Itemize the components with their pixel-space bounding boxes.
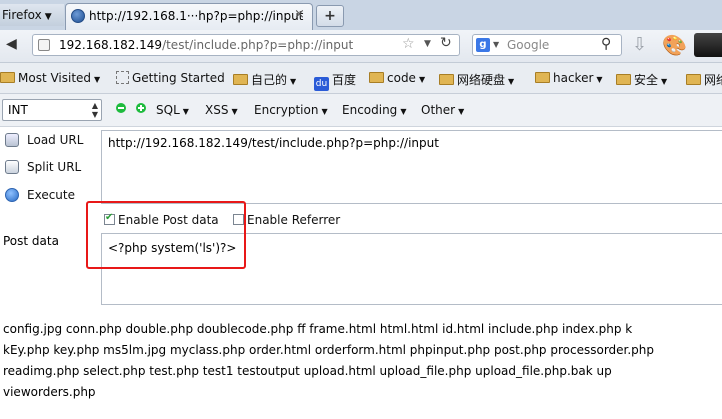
highlight-box [86, 201, 246, 269]
bookmark-folder-netdisk[interactable]: 网络硬盘 ▼ [439, 71, 514, 88]
browser-tab[interactable]: http://192.168.1···hp?p=php://input × [65, 3, 313, 30]
folder-icon [686, 74, 701, 85]
url-history-dropdown-icon[interactable]: ▼ [424, 39, 431, 49]
bookmark-label: Getting Started [132, 71, 225, 85]
bookmark-label: 安全 [634, 73, 659, 87]
folder-icon [616, 74, 631, 85]
chevron-down-icon: ▼ [290, 77, 297, 86]
url-text: 192.168.182.149/test/include.php?p=php:/… [59, 38, 353, 52]
execute-icon [5, 188, 19, 202]
enable-referrer-checkbox[interactable]: Enable Referrer [233, 213, 340, 227]
search-engine-dropdown-icon[interactable]: ▼ [493, 40, 499, 49]
chevron-down-icon: ▼ [661, 77, 668, 86]
bookmark-label: 百度 [332, 73, 357, 87]
palette-icon[interactable]: 🎨 [662, 33, 687, 57]
search-placeholder: Google [507, 38, 550, 52]
chevron-down-icon: ▼ [418, 75, 426, 84]
url-textarea[interactable]: http://192.168.182.149/test/include.php?… [101, 130, 722, 204]
menu-label: XSS [205, 103, 229, 117]
split-url-button[interactable]: Split URL [5, 160, 82, 174]
globe-icon [71, 9, 85, 23]
chevron-down-icon: ▼ [182, 107, 189, 116]
url-path: /test/include.php?p=php://input [162, 38, 354, 52]
bookmark-label: code [387, 71, 416, 85]
bookmark-folder-security[interactable]: 安全 ▼ [616, 71, 667, 88]
bookmark-baidu[interactable]: du 百度 [314, 71, 356, 91]
execute-button[interactable]: Execute [5, 188, 75, 202]
command-output: config.jpg conn.php double.php doublecod… [3, 319, 722, 403]
menu-label: SQL [156, 103, 180, 117]
menu-sql[interactable]: SQL ▼ [156, 103, 189, 117]
bookmark-folder-hacker[interactable]: hacker ▼ [535, 71, 603, 85]
output-line: vieworders.php [3, 385, 96, 399]
chevron-down-icon: ▼ [400, 107, 407, 116]
bookmark-label: 网络硬盘 [457, 73, 506, 87]
addon-icon[interactable] [694, 33, 722, 57]
enable-referrer-label: Enable Referrer [247, 213, 341, 227]
output-line: config.jpg conn.php double.php doublecod… [3, 322, 633, 336]
baidu-paw-icon: du [314, 77, 329, 91]
menu-encoding[interactable]: Encoding ▼ [342, 103, 406, 117]
menu-label: Other [421, 103, 456, 117]
url-textarea-value: http://192.168.182.149/test/include.php?… [108, 136, 439, 150]
bookmark-folder-own[interactable]: 自己的 ▼ [233, 71, 296, 88]
site-identity-icon[interactable] [38, 39, 50, 51]
menu-label: Encryption [254, 103, 319, 117]
download-arrow-icon[interactable]: ⇩ [632, 34, 647, 55]
back-arrow-icon[interactable]: ◀ [6, 36, 17, 52]
chevron-down-icon: ▼ [94, 75, 101, 84]
type-select-value: INT [8, 103, 28, 117]
menu-other[interactable]: Other ▼ [421, 103, 464, 117]
folder-icon [535, 72, 550, 83]
post-data-label: Post data [3, 234, 59, 248]
bookmark-label: 网络 [704, 73, 722, 87]
folder-icon [439, 74, 454, 85]
reload-icon[interactable]: ↻ [440, 35, 452, 51]
menu-label: Encoding [342, 103, 398, 117]
bookmark-folder-code[interactable]: code ▼ [369, 71, 425, 85]
chevron-down-icon: ▼ [44, 12, 52, 22]
folder-icon [0, 72, 15, 83]
folder-icon [233, 74, 248, 85]
execute-label: Execute [27, 188, 75, 202]
google-logo-icon[interactable]: g [476, 38, 490, 52]
bookmark-label: Most Visited [18, 71, 92, 85]
bookmark-folder-network[interactable]: 网络 [686, 71, 722, 88]
load-url-icon [5, 133, 19, 147]
url-bar[interactable]: 192.168.182.149/test/include.php?p=php:/… [32, 34, 460, 56]
chevron-down-icon: ▼ [458, 107, 465, 116]
url-host: 192.168.182.149 [59, 38, 163, 52]
bookmark-label: hacker [553, 71, 594, 85]
spinner-arrows-icon[interactable]: ▲ ▼ [92, 101, 98, 119]
menu-encryption[interactable]: Encryption ▼ [254, 103, 328, 117]
type-select[interactable]: INT ▲ ▼ [2, 99, 102, 121]
menu-xss[interactable]: XSS ▼ [205, 103, 238, 117]
increase-icon[interactable] [136, 103, 146, 113]
bookmark-label: 自己的 [251, 73, 288, 87]
load-url-label: Load URL [27, 133, 84, 147]
chevron-down-icon: ▼ [231, 107, 238, 116]
split-url-label: Split URL [27, 160, 82, 174]
bookmark-getting-started[interactable]: Getting Started [116, 71, 225, 85]
output-line: readimg.php select.php test.php test1 te… [3, 364, 612, 378]
close-icon[interactable]: × [294, 7, 305, 22]
output-line: kEy.php key.php ms5lm.jpg myclass.php or… [3, 343, 655, 357]
dashed-box-icon [116, 71, 129, 84]
tab-title: http://192.168.1···hp?p=php://input [89, 9, 304, 23]
search-icon[interactable]: ⚲ [601, 36, 611, 52]
firefox-menu-label: Firefox [2, 8, 42, 22]
chevron-down-icon: ▼ [596, 75, 603, 84]
bookmark-star-icon[interactable]: ☆ [402, 36, 415, 52]
bookmarks-toolbar [0, 63, 722, 94]
chevron-down-icon: ▼ [321, 107, 328, 116]
decrease-icon[interactable] [116, 103, 126, 113]
search-bar[interactable]: g ▼ Google ⚲ [472, 34, 622, 56]
new-tab-button[interactable]: + [316, 5, 344, 27]
split-url-icon [5, 160, 19, 174]
firefox-menu-button[interactable]: Firefox ▼ [0, 4, 64, 26]
folder-icon [369, 72, 384, 83]
load-url-button[interactable]: Load URL [5, 133, 84, 147]
bookmark-most-visited[interactable]: Most Visited ▼ [0, 71, 100, 85]
chevron-down-icon: ▼ [508, 77, 515, 86]
